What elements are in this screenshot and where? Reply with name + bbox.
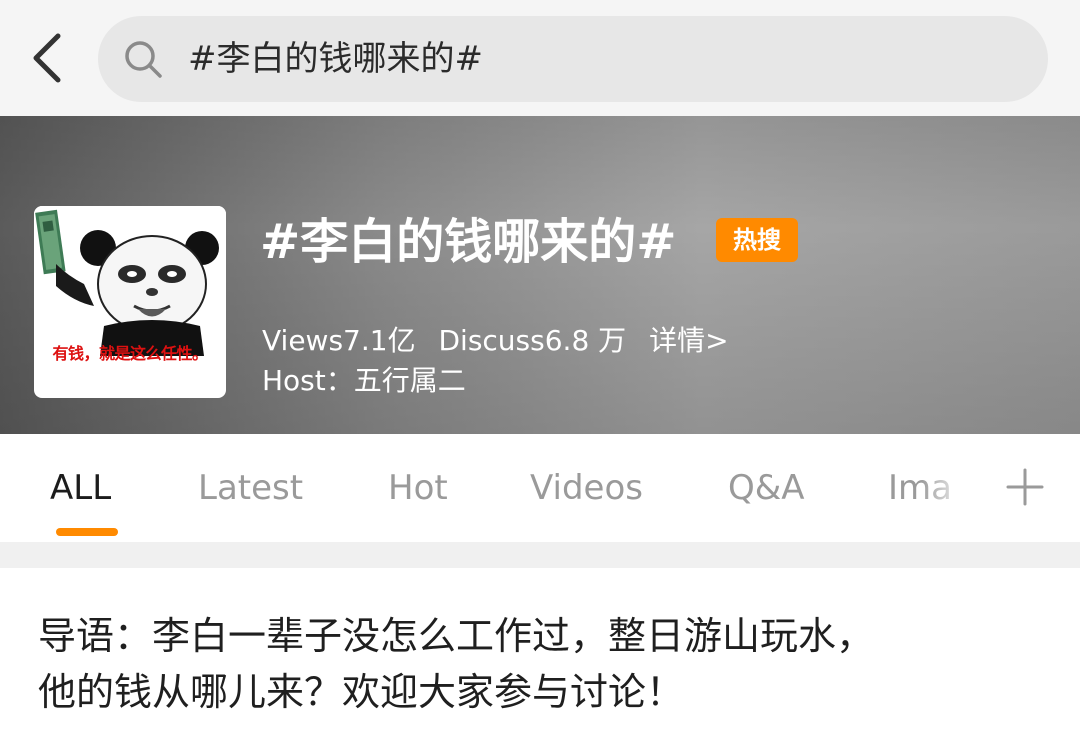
chevron-left-icon — [33, 33, 61, 83]
views-count: Views7.1亿 — [262, 324, 416, 357]
search-query[interactable]: #李白的钱哪来的# — [188, 36, 483, 82]
topic-host: Host：五行属二 — [262, 364, 466, 397]
tab-overflow-fade — [920, 454, 990, 524]
thumbnail-caption: 有钱，就是这么任性。 — [52, 344, 208, 363]
panda-meme-image — [34, 206, 226, 356]
tab-all[interactable]: ALL — [50, 464, 111, 512]
discuss-count: Discuss6.8 万 — [438, 324, 627, 357]
section-divider — [0, 542, 1080, 568]
intro-line-2: 他的钱从哪儿来？欢迎大家参与讨论！ — [38, 670, 685, 714]
search-bar[interactable]: #李白的钱哪来的# — [98, 16, 1048, 102]
tab-bar: ALL Latest Hot Videos Q&A Ima — [0, 434, 1080, 542]
details-link[interactable]: 详情> — [649, 324, 728, 357]
topic-stats: Views7.1亿 Discuss6.8 万 详情> — [262, 322, 743, 360]
add-tab-button[interactable] — [1004, 466, 1046, 508]
tab-latest[interactable]: Latest — [198, 464, 303, 512]
plus-icon — [1006, 468, 1044, 506]
top-bar: #李白的钱哪来的# — [0, 0, 1080, 116]
search-icon — [122, 38, 164, 80]
topic-intro: 导语：李白一辈子没怎么工作过，整日游山玩水， 他的钱从哪儿来？欢迎大家参与讨论！ — [38, 608, 1058, 720]
tab-qa[interactable]: Q&A — [728, 464, 805, 512]
back-button[interactable] — [22, 28, 78, 88]
tab-videos[interactable]: Videos — [530, 464, 643, 512]
topic-thumbnail[interactable]: 有钱，就是这么任性。 — [34, 206, 226, 398]
active-tab-indicator — [56, 528, 118, 536]
tab-hot[interactable]: Hot — [388, 464, 448, 512]
topic-header: 有钱，就是这么任性。 #李白的钱哪来的# 热搜 Views7.1亿 Discus… — [0, 116, 1080, 434]
intro-line-1: 导语：李白一辈子没怎么工作过，整日游山玩水， — [38, 614, 875, 658]
topic-title: #李白的钱哪来的# — [260, 214, 677, 270]
hot-search-badge: 热搜 — [716, 218, 798, 262]
